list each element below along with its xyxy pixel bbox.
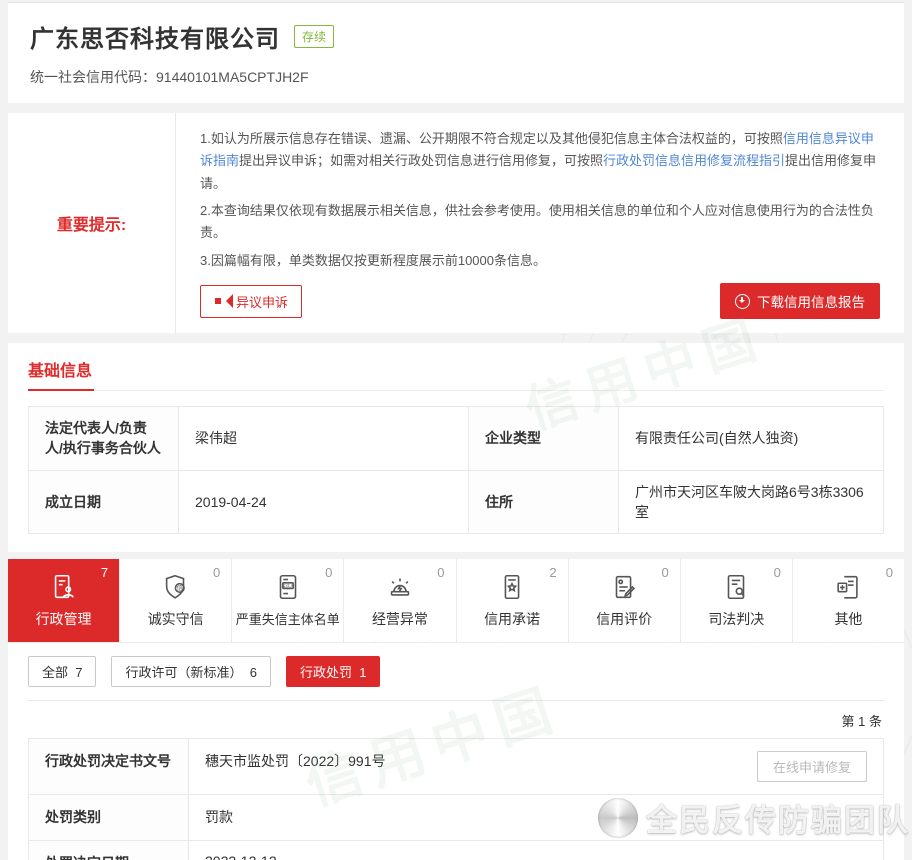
credit-code: 统一社会信用代码：91440101MA5CPTJH2F [30, 67, 882, 87]
tab-other[interactable]: 0 其他 [793, 559, 904, 642]
judgement-icon [721, 572, 751, 602]
notice-item-2: 2.本查询结果仅依现有数据展示相关信息，供社会参考使用。使用相关信息的单位和个人… [200, 200, 880, 245]
table-row: 法定代表人/负责人/执行事务合伙人 梁伟超 企业类型 有限责任公司(自然人独资) [29, 407, 884, 471]
notice-label: 重要提示: [8, 113, 176, 333]
company-type-label: 企业类型 [469, 407, 619, 471]
download-icon [735, 294, 750, 309]
megaphone-icon [214, 294, 230, 308]
legal-rep-label: 法定代表人/负责人/执行事务合伙人 [29, 407, 179, 471]
doc-number-value: 穗天市监处罚〔2022〕991号 [205, 751, 386, 771]
shield-icon: 信 [161, 572, 191, 602]
founding-date-value: 2019-04-24 [179, 470, 469, 533]
status-badge: 存续 [294, 25, 334, 48]
admin-doc-icon [49, 572, 79, 602]
subtab-row: 全部 7 行政许可（新标准） 6 行政处罚 1 [28, 643, 884, 701]
tab-admin-management[interactable]: 7 行政管理 [8, 559, 120, 642]
table-row: 处罚决定日期 2022-12-12 [29, 840, 884, 860]
company-type-value: 有限责任公司(自然人独资) [619, 407, 884, 471]
penalty-type-label: 处罚类别 [29, 794, 189, 840]
company-header: 广东思否科技有限公司 存续 统一社会信用代码：91440101MA5CPTJH2… [8, 2, 904, 103]
notice-item-3: 3.因篇幅有限，单类数据仅按更新程度展示前10000条信息。 [200, 250, 880, 272]
company-name: 广东思否科技有限公司 [30, 19, 280, 54]
tab-judicial-judgement[interactable]: 0 司法判决 [681, 559, 793, 642]
section-title-underline [28, 389, 94, 391]
admin-management-panel: 全部 7 行政许可（新标准） 6 行政处罚 1 第 1 条 行政处罚决定书文号 … [8, 643, 904, 860]
table-row: 行政处罚决定书文号 穗天市监处罚〔2022〕991号 在线申请修复 [29, 738, 884, 794]
address-value: 广州市天河区车陂大岗路6号3栋3306室 [619, 470, 884, 533]
penalty-table: 行政处罚决定书文号 穗天市监处罚〔2022〕991号 在线申请修复 处罚类别 罚… [28, 738, 884, 860]
tab-blacklist[interactable]: 0 失信人 严重失信主体名单 [232, 559, 344, 642]
blacklist-icon: 失信人 [273, 572, 303, 602]
appeal-button[interactable]: 异议申诉 [200, 285, 302, 318]
online-repair-button[interactable]: 在线申请修复 [757, 751, 867, 782]
notice-item-1: 1.如认为所展示信息存在错误、遗漏、公开期限不符合规定以及其他侵犯信息主体合法权… [200, 128, 880, 195]
alarm-icon [385, 572, 415, 602]
table-row: 成立日期 2019-04-24 住所 广州市天河区车陂大岗路6号3栋3306室 [29, 470, 884, 533]
founding-date-label: 成立日期 [29, 470, 179, 533]
svg-text:失信人: 失信人 [282, 584, 294, 589]
tab-credit-commitment[interactable]: 2 信用承诺 [457, 559, 569, 642]
legal-rep-value: 梁伟超 [179, 407, 469, 471]
doc-number-label: 行政处罚决定书文号 [29, 738, 189, 794]
other-doc-icon [833, 572, 863, 602]
svg-text:信: 信 [176, 584, 182, 592]
tab-credit-evaluation[interactable]: 0 信用评价 [569, 559, 681, 642]
certificate-icon [497, 572, 527, 602]
address-label: 住所 [469, 470, 619, 533]
subtab-all[interactable]: 全部 7 [28, 656, 96, 687]
subtab-admin-license[interactable]: 行政许可（新标准） 6 [111, 656, 270, 687]
category-tabs: 7 行政管理 0 信 诚实守信 0 失信人 严重失信主体名单 0 [8, 559, 904, 643]
record-index: 第 1 条 [28, 701, 884, 738]
subtab-admin-penalty[interactable]: 行政处罚 1 [286, 656, 380, 687]
important-notice: 重要提示: 1.如认为所展示信息存在错误、遗漏、公开期限不符合规定以及其他侵犯信… [8, 113, 904, 333]
basic-info-table: 法定代表人/负责人/执行事务合伙人 梁伟超 企业类型 有限责任公司(自然人独资)… [28, 406, 884, 534]
basic-info-title: 基础信息 [28, 363, 92, 380]
tab-honesty[interactable]: 0 信 诚实守信 [120, 559, 232, 642]
tab-abnormal-operation[interactable]: 0 经营异常 [344, 559, 456, 642]
penalty-type-value: 罚款 [189, 794, 884, 840]
penalty-date-label: 处罚决定日期 [29, 840, 189, 860]
download-report-button[interactable]: 下载信用信息报告 [720, 283, 880, 319]
basic-info-section: 基础信息 法定代表人/负责人/执行事务合伙人 梁伟超 企业类型 有限责任公司(自… [8, 343, 904, 552]
repair-guide-link[interactable]: 行政处罚信息信用修复流程指引 [603, 153, 785, 168]
penalty-date-value: 2022-12-12 [189, 840, 884, 860]
table-row: 处罚类别 罚款 [29, 794, 884, 840]
evaluation-icon [609, 572, 639, 602]
